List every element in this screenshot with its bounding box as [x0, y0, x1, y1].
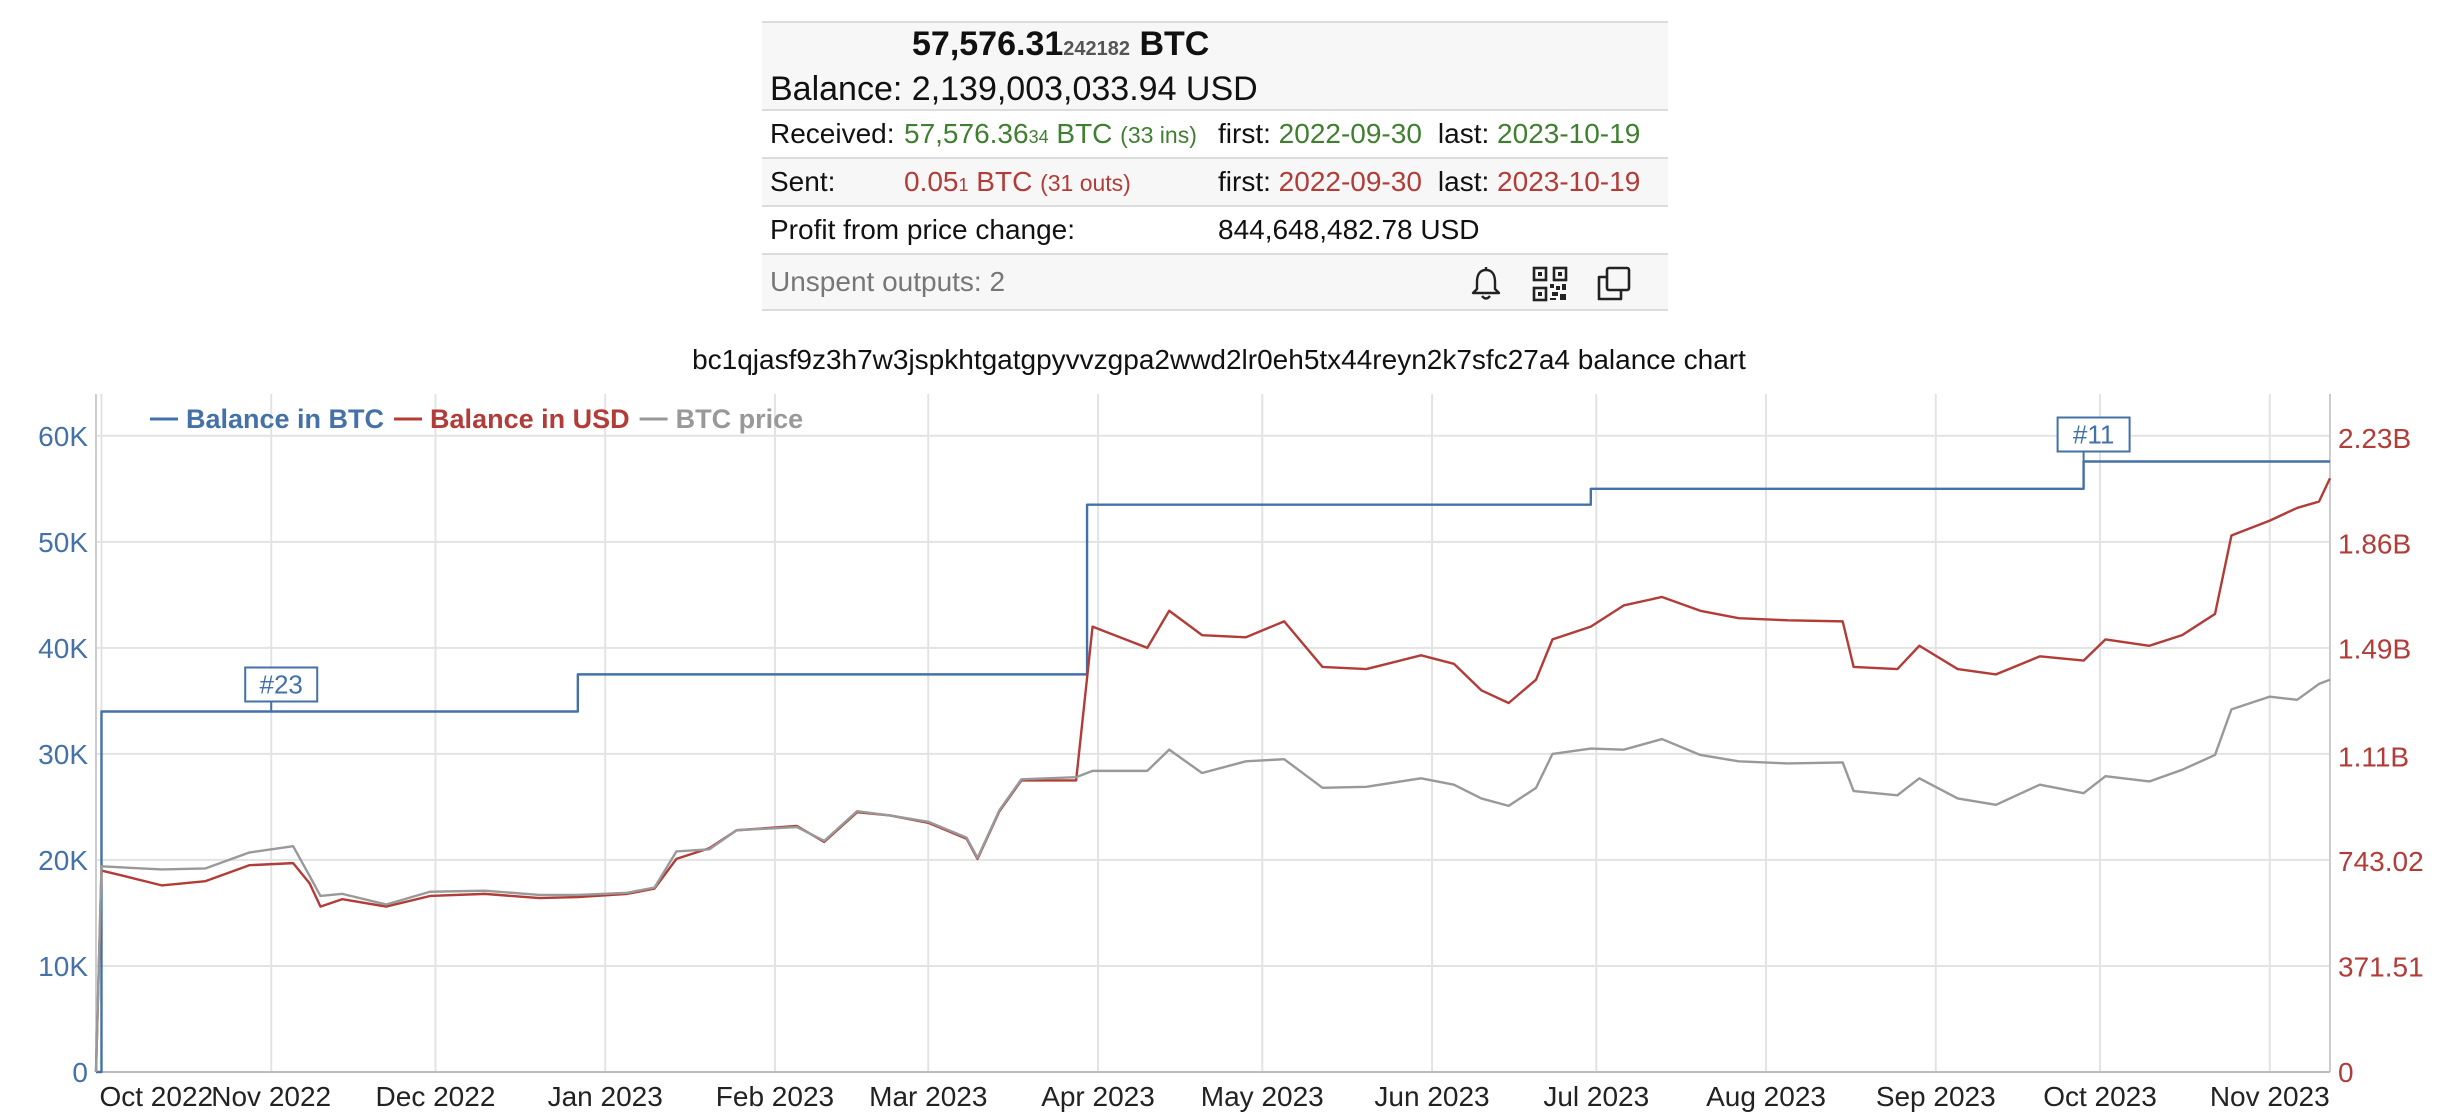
address-summary: 57,576.31242182 BTC Balance: 2,139,003,0…: [762, 21, 1668, 311]
balance-chart[interactable]: 0 10K 20K 30K 40K 50K 60K 0 371.51 743.02 1.11B 1.4…: [0, 390, 2438, 1118]
y-right-tick-label: 1.49B: [2338, 633, 2411, 664]
unspent-row: Unspent outputs: 2: [762, 255, 1668, 311]
sent-last-label: last:: [1437, 166, 1490, 197]
copy-icon[interactable]: [1595, 265, 1633, 303]
flag-label: #11: [2073, 420, 2114, 450]
chart-annotations: #23 #11: [244, 416, 2131, 712]
x-tick-label: Jun 2023: [1374, 1081, 1489, 1112]
sent-first-date: 2022-09-30: [1278, 166, 1422, 197]
legend-item: Balance in BTC: [186, 404, 384, 434]
received-unit: BTC: [1048, 118, 1113, 149]
profit-label: Profit from price change:: [770, 214, 1076, 245]
received-label: Received:: [770, 118, 895, 149]
x-tick-label: Sep 2023: [1876, 1081, 1996, 1112]
y-left-tick-label: 0: [72, 1057, 88, 1088]
received-last-label: last:: [1437, 118, 1490, 149]
received-amount-frac: 34: [1028, 127, 1049, 147]
received-first-date: 2022-09-30: [1278, 118, 1422, 149]
y-left-tick-label: 40K: [38, 633, 88, 664]
y-left-tick-label: 20K: [38, 845, 88, 876]
x-tick-label: Jan 2023: [548, 1081, 663, 1112]
received-count: (33 ins): [1120, 122, 1197, 148]
sent-dates: first: 2022-09-30 last: 2023-10-19: [1218, 166, 1640, 198]
unspent-outputs: Unspent outputs: 2: [770, 266, 1006, 297]
y-right-tick-label: 2.23B: [2338, 423, 2411, 454]
balance-btc-unit: BTC: [1139, 24, 1210, 63]
balance-btc: 57,576.31242182 BTC: [912, 24, 1209, 69]
sent-first-label: first:: [1218, 166, 1271, 197]
chart-legend: Balance in BTC Balance in USD BTC price: [150, 404, 803, 434]
received-last-date: 2023-10-19: [1497, 118, 1641, 149]
sent-unit: BTC: [968, 166, 1033, 197]
sent-amount-main: 0.05: [904, 166, 959, 197]
balance-usd: 2,139,003,033.94 USD: [911, 69, 1258, 108]
balance-usd-line: Balance: 2,139,003,033.94 USD: [770, 69, 1258, 109]
x-tick-label: Oct 2023: [2043, 1081, 2157, 1112]
received-dates: first: 2022-09-30 last: 2023-10-19: [1218, 118, 1640, 150]
series-balance-usd: [94, 477, 2332, 1073]
qr-code-icon[interactable]: [1531, 265, 1569, 303]
x-tick-label: Apr 2023: [1041, 1081, 1155, 1112]
y-right-tick-label: 1.86B: [2338, 528, 2411, 559]
address-actions: [1467, 265, 1633, 303]
sent-last-date: 2023-10-19: [1497, 166, 1641, 197]
sent-row: Sent: 0.051 BTC (31 outs) first: 2022-09…: [762, 159, 1668, 207]
received-amount: 57,576.3634 BTC (33 ins): [904, 118, 1218, 150]
x-tick-label: Aug 2023: [1706, 1081, 1826, 1112]
x-tick-label: Nov 2022: [211, 1081, 331, 1112]
y-right-tick-label: 743.02: [2338, 846, 2424, 877]
x-tick-label: Feb 2023: [716, 1081, 834, 1112]
profit-row: Profit from price change: 844,648,482.78…: [762, 207, 1668, 255]
received-row: Received: 57,576.3634 BTC (33 ins) first…: [762, 111, 1668, 159]
balance-btc-int: 57,576.31: [912, 24, 1064, 63]
y-left-tick-label: 30K: [38, 739, 88, 770]
received-first-label: first:: [1218, 118, 1271, 149]
balance-label: Balance:: [770, 69, 903, 108]
y-right-tick-label: 1.11B: [2338, 741, 2409, 772]
chart-grid: [96, 394, 2330, 1073]
balance-header: 57,576.31242182 BTC Balance: 2,139,003,0…: [762, 21, 1668, 111]
y-right-tick-label: 0: [2338, 1057, 2354, 1088]
sent-label: Sent:: [770, 166, 836, 197]
sent-amount-frac: 1: [958, 175, 969, 195]
chart-series: [94, 460, 2332, 1074]
x-tick-label: Oct 2022: [99, 1081, 213, 1112]
y-left-tick-label: 60K: [38, 421, 88, 452]
sent-amount: 0.051 BTC (31 outs): [904, 166, 1218, 198]
y-left-tick-label: 50K: [38, 527, 88, 558]
chart-title: bc1qjasf9z3h7w3jspkhtgatgpyvvzgpa2wwd2lr…: [692, 344, 1746, 375]
series-btc-price: [94, 678, 2331, 1073]
x-tick-label: Nov 2023: [2210, 1081, 2330, 1112]
x-tick-label: Jul 2023: [1543, 1081, 1649, 1112]
y-right-tick-label: 371.51: [2338, 951, 2424, 982]
bell-icon[interactable]: [1467, 265, 1505, 303]
profit-value: 844,648,482.78 USD: [1218, 214, 1480, 245]
series-balance-btc: [96, 460, 2330, 1074]
legend-item: Balance in USD: [430, 404, 630, 434]
received-amount-main: 57,576.36: [904, 118, 1029, 149]
legend-item: BTC price: [676, 404, 804, 434]
sent-count: (31 outs): [1040, 170, 1131, 196]
flag-label: #23: [260, 669, 303, 699]
y-left-tick-label: 10K: [38, 951, 88, 982]
balance-btc-frac: 242182: [1063, 37, 1131, 60]
x-tick-label: Dec 2022: [376, 1081, 496, 1112]
x-tick-label: May 2023: [1201, 1081, 1324, 1112]
x-tick-label: Mar 2023: [869, 1081, 987, 1112]
